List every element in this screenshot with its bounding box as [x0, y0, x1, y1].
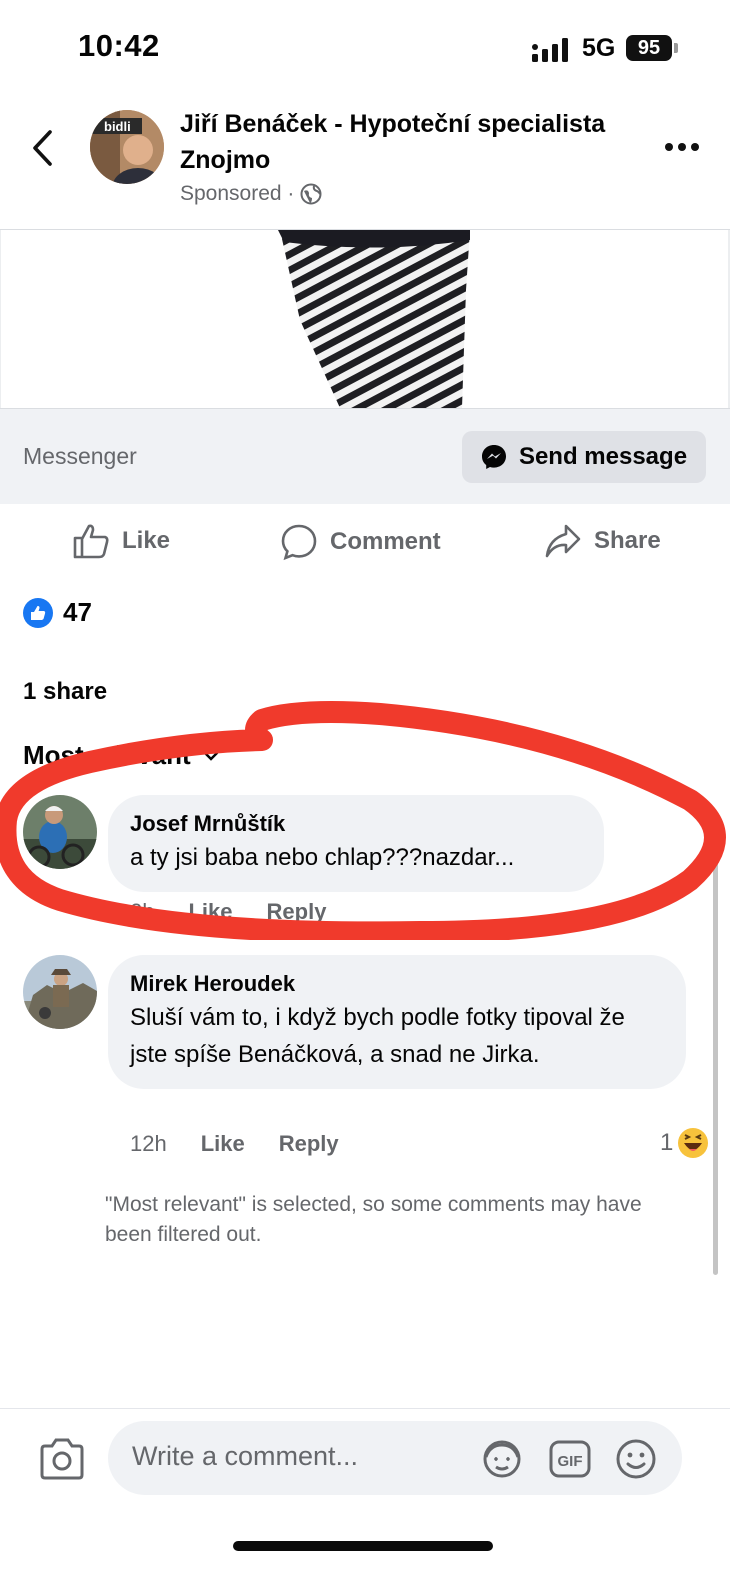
page-name[interactable]: Jiří Benáček - Hypoteční specialista Zno… [180, 106, 620, 178]
avatar-image [23, 795, 97, 869]
sort-label: Most relevant [23, 740, 191, 770]
comment-label: Comment [330, 528, 441, 555]
comment-reply-button[interactable]: Reply [267, 899, 327, 925]
comment-author[interactable]: Josef Mrnůštík [130, 809, 582, 839]
page-avatar-image: bidli [90, 110, 164, 184]
ad-image[interactable] [0, 230, 730, 408]
comment-like-button[interactable]: Like [188, 899, 232, 925]
comment-like-button[interactable]: Like [201, 1131, 245, 1157]
avatar-image [23, 955, 97, 1029]
messenger-icon [481, 445, 506, 469]
comment-author[interactable]: Mirek Heroudek [130, 969, 664, 999]
share-count[interactable]: 1 share [23, 678, 107, 706]
send-message-button[interactable]: Send message [462, 431, 706, 483]
sponsored-label: Sponsored · [180, 182, 295, 205]
cta-label: Messenger [23, 443, 137, 469]
comment-input-placeholder: Write a comment... [132, 1441, 359, 1471]
filter-note: "Most relevant" is selected, so some com… [105, 1193, 642, 1246]
reaction-summary[interactable]: 47 [23, 597, 92, 628]
comment-sort[interactable]: Most relevant [23, 740, 219, 771]
signal-icon [532, 38, 568, 62]
thumbs-up-icon [73, 524, 109, 559]
gif-icon[interactable]: GIF [548, 1437, 592, 1481]
cta-bar: Messenger Send message [0, 408, 730, 504]
action-row: Like Comment Share [0, 515, 730, 575]
comment-reaction[interactable]: 1 [660, 1127, 709, 1159]
avatar-sign-text: bidli [104, 119, 131, 134]
like-button[interactable]: Like [72, 523, 170, 559]
camera-icon[interactable] [38, 1437, 86, 1481]
back-icon[interactable] [28, 128, 58, 168]
comment-input[interactable]: Write a comment... GIF [108, 1421, 682, 1495]
commenter-avatar[interactable] [23, 955, 97, 1029]
like-reaction-icon [23, 597, 53, 628]
comment-reply-button[interactable]: Reply [279, 1131, 339, 1157]
comment-time: 2h [130, 899, 155, 924]
avatar-sticker-icon[interactable] [480, 1437, 524, 1481]
share-button[interactable]: Share [544, 523, 661, 559]
commenter-avatar[interactable] [23, 795, 97, 869]
status-time: 10:42 [78, 28, 160, 63]
comment-meta: 2h Like Reply [130, 899, 326, 925]
share-icon [545, 524, 581, 558]
like-label: Like [122, 527, 171, 554]
chevron-down-icon [203, 751, 218, 761]
comment-reaction-count: 1 [660, 1129, 674, 1156]
svg-text:GIF: GIF [558, 1453, 583, 1470]
page-avatar[interactable]: bidli [90, 110, 164, 184]
comment-bubble[interactable]: Josef Mrnůštík a ty jsi baba nebo chlap?… [108, 795, 604, 892]
comment-composer: Write a comment... GIF [0, 1408, 730, 1508]
laughing-emoji-icon [678, 1128, 709, 1158]
battery-indicator: 95 [626, 35, 672, 61]
reaction-count: 47 [63, 597, 92, 627]
comment-text: Sluší vám to, i když bych podle fotky ti… [130, 1004, 625, 1068]
send-message-label: Send message [518, 443, 688, 470]
more-options-icon[interactable] [664, 140, 700, 154]
home-indicator[interactable] [233, 1541, 493, 1551]
comment-button[interactable]: Comment [280, 523, 441, 561]
comment-icon [281, 524, 317, 561]
comment-text: a ty jsi baba nebo chlap???nazdar... [130, 844, 515, 871]
share-label: Share [594, 527, 661, 554]
scrollbar[interactable] [713, 835, 718, 1275]
globe-icon [300, 183, 322, 205]
comment-bubble[interactable]: Mirek Heroudek Sluší vám to, i když bych… [108, 955, 686, 1089]
emoji-icon[interactable] [614, 1437, 658, 1481]
status-bar: 10:42 5G 95 [0, 0, 730, 90]
ad-photo [0, 230, 730, 408]
battery-tip [674, 43, 678, 53]
sponsored-row: Sponsored · [180, 182, 322, 206]
comment-time: 12h [130, 1131, 167, 1156]
network-type: 5G [582, 34, 616, 62]
post-header: bidli Jiří Benáček - Hypoteční specialis… [0, 90, 730, 230]
comment-meta: 12h Like Reply [130, 1131, 339, 1157]
